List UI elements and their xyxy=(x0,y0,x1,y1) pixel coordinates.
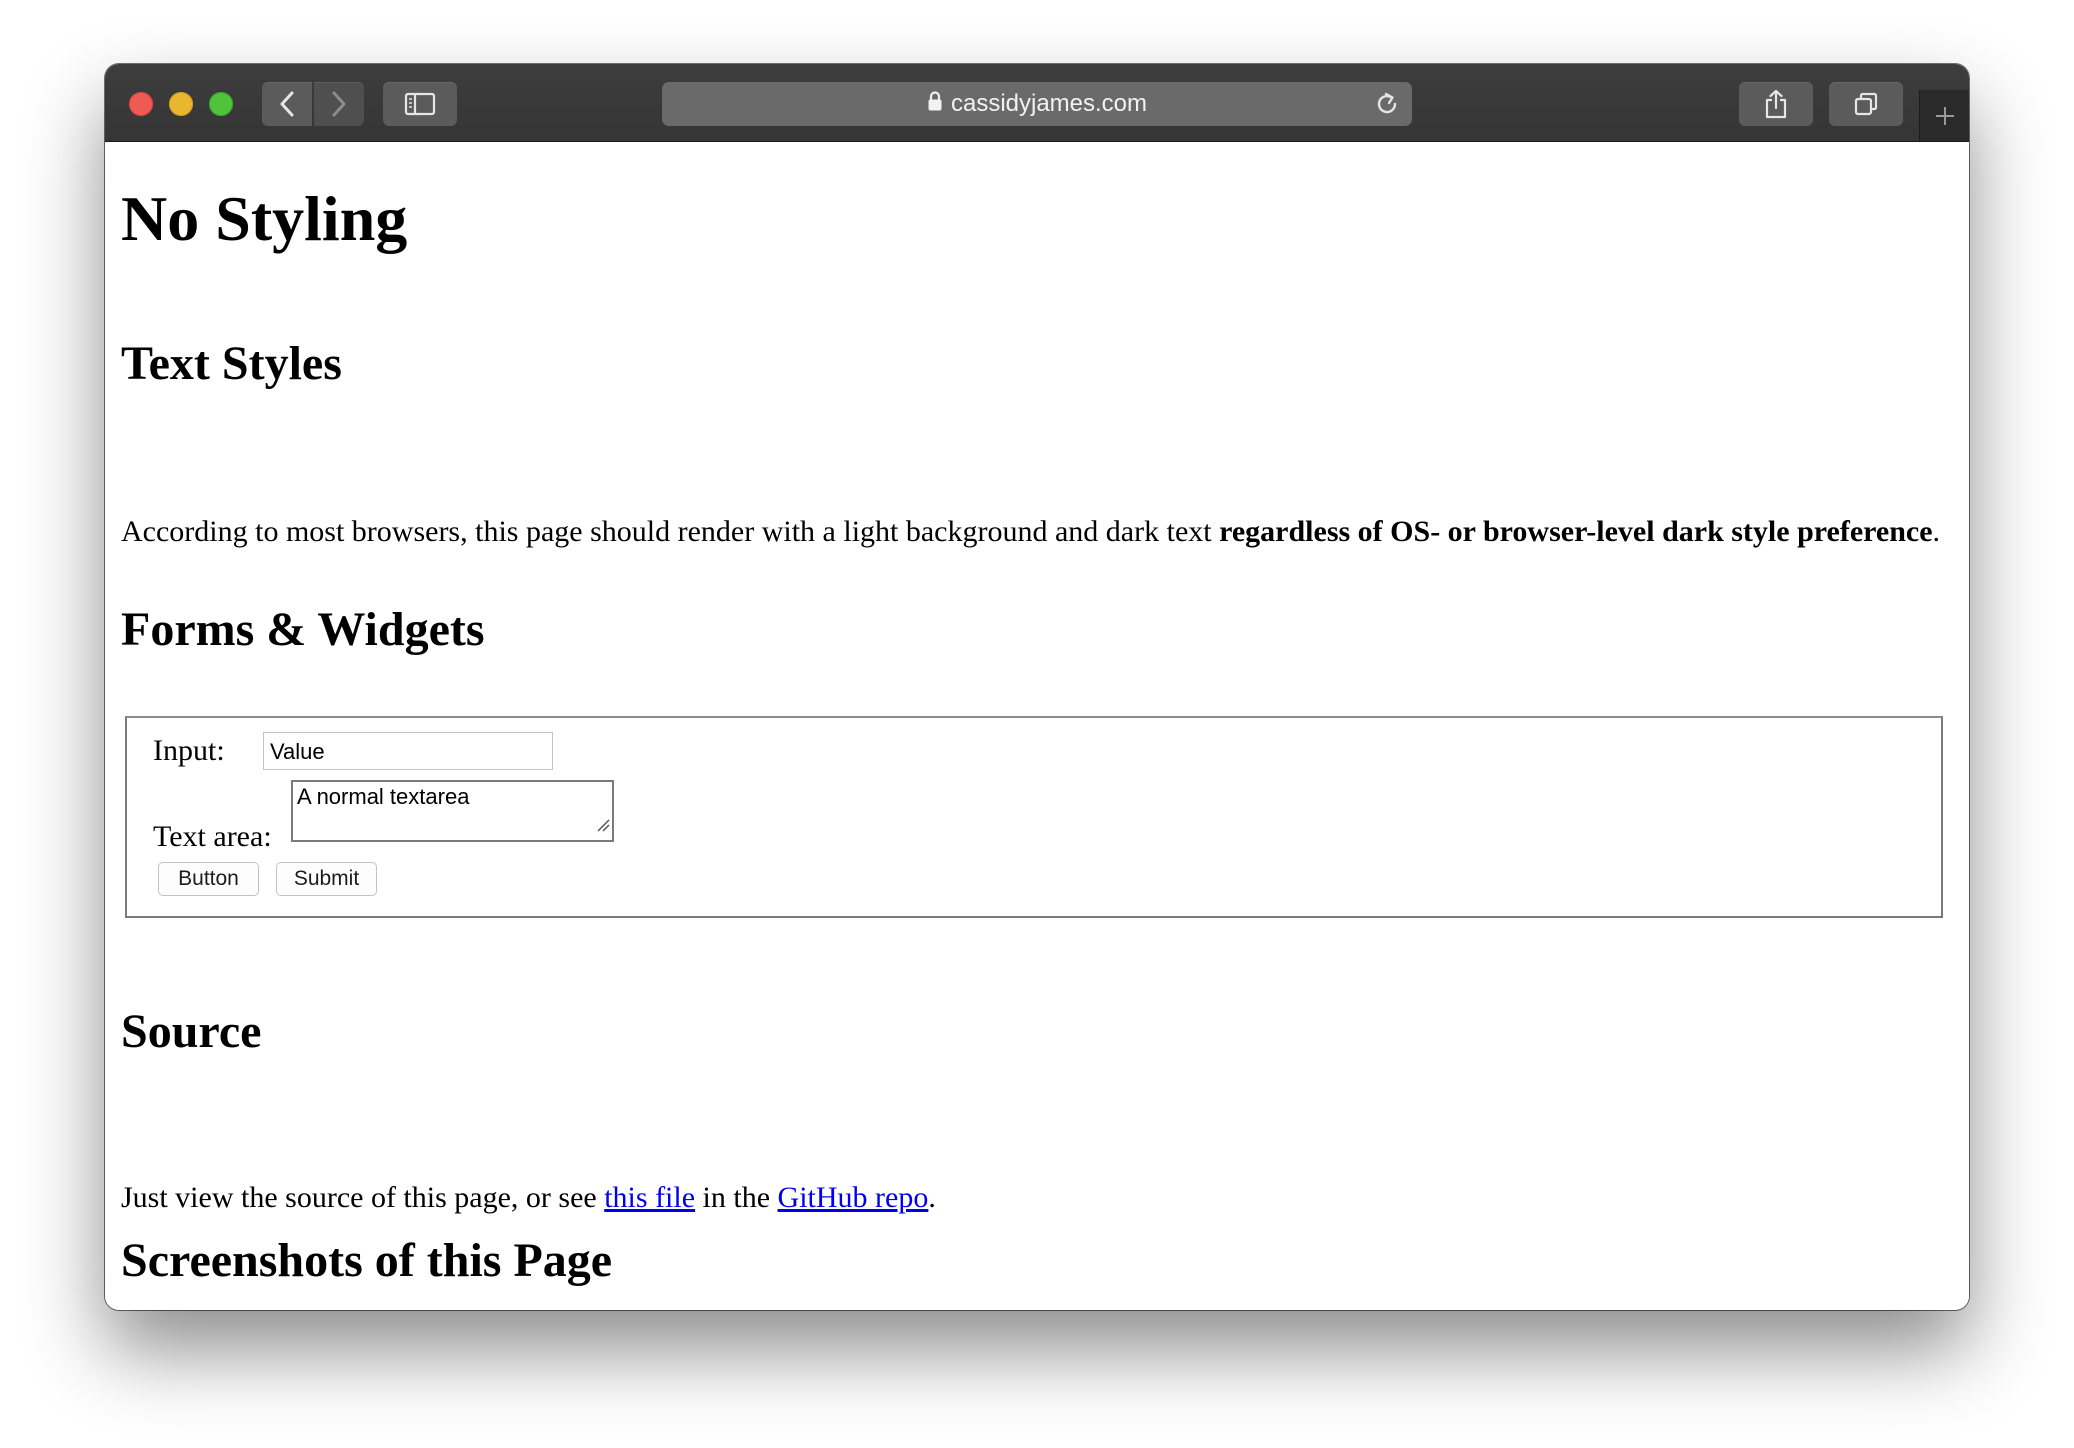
minimize-window-button[interactable] xyxy=(169,92,193,116)
forward-button[interactable] xyxy=(314,82,364,126)
page-title: No Styling xyxy=(121,183,408,254)
sidebar-toggle-button[interactable] xyxy=(383,82,457,126)
input-label: Input: xyxy=(153,734,225,767)
share-icon xyxy=(1765,89,1787,119)
maximize-window-button[interactable] xyxy=(209,92,233,116)
tab-overview-icon xyxy=(1854,92,1878,116)
this-file-link[interactable]: this file xyxy=(604,1181,695,1214)
browser-window: cassidyjames.com No Styling Text Styles … xyxy=(105,64,1969,1310)
source-paragraph: Just view the source of this page, or se… xyxy=(121,1180,936,1216)
address-display: cassidyjames.com xyxy=(662,82,1412,126)
paragraph-end-text: . xyxy=(1932,515,1941,548)
lock-icon xyxy=(927,90,943,119)
textarea-label: Text area: xyxy=(153,820,272,853)
reload-icon[interactable] xyxy=(1374,91,1400,122)
screenshots-heading: Screenshots of this Page xyxy=(121,1234,613,1287)
back-button[interactable] xyxy=(262,82,312,126)
paragraph-bold-text: regardless of OS- or browser-level dark … xyxy=(1219,515,1933,548)
url-text: cassidyjames.com xyxy=(950,90,1148,117)
forms-heading: Forms & Widgets xyxy=(121,603,485,656)
source-text-1: Just view the source of this page, or se… xyxy=(121,1181,605,1214)
tab-overview-button[interactable] xyxy=(1829,82,1903,126)
paragraph-plain-text: According to most browsers, this page sh… xyxy=(121,515,1220,548)
browser-toolbar: cassidyjames.com xyxy=(105,64,1969,142)
github-repo-link[interactable]: GitHub repo xyxy=(778,1181,929,1214)
text-input[interactable]: Value xyxy=(263,732,553,770)
resize-grip-icon[interactable] xyxy=(596,812,610,838)
text-styles-paragraph: According to most browsers, this page sh… xyxy=(121,514,1941,550)
screenshot-stage: cassidyjames.com No Styling Text Styles … xyxy=(0,0,2074,1448)
source-text-2: in the xyxy=(695,1181,778,1214)
sidebar-icon xyxy=(404,92,436,116)
source-heading: Source xyxy=(121,1005,262,1058)
plus-icon xyxy=(1936,106,1954,125)
address-bar[interactable]: cassidyjames.com xyxy=(662,82,1412,126)
chevron-left-icon xyxy=(280,91,294,117)
source-text-3: . xyxy=(928,1181,936,1214)
page-content: No Styling Text Styles According to most… xyxy=(105,142,1969,1310)
share-button[interactable] xyxy=(1739,82,1813,126)
chevron-right-icon xyxy=(332,91,346,117)
plain-button[interactable]: Button xyxy=(158,862,259,896)
text-styles-heading: Text Styles xyxy=(121,337,342,390)
close-window-button[interactable] xyxy=(129,92,153,116)
new-tab-button[interactable] xyxy=(1919,90,1969,141)
form-fieldset: Input: Value Text area: A normal textare… xyxy=(125,716,1943,918)
textarea-field[interactable]: A normal textarea xyxy=(291,780,614,842)
textarea-text: A normal textarea xyxy=(297,784,470,809)
submit-button[interactable]: Submit xyxy=(276,862,377,896)
